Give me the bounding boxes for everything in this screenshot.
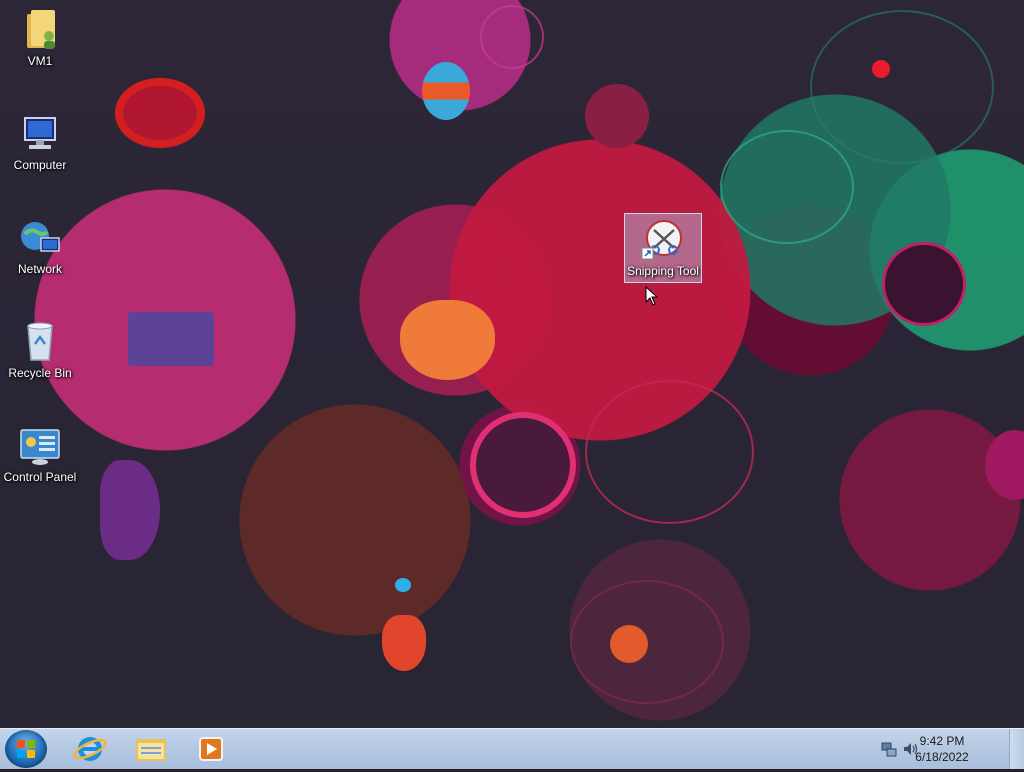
wallpaper-decoration — [720, 130, 854, 244]
network-icon — [17, 214, 63, 260]
desktop-icon-label: VM1 — [27, 54, 53, 68]
wallpaper-decoration — [382, 615, 426, 671]
wallpaper-decoration — [585, 380, 754, 524]
taskbar: 9:42 PM 6/18/2022 — [0, 728, 1024, 769]
wallpaper-decoration — [585, 84, 649, 148]
taskbar-pin-internet-explorer[interactable] — [62, 731, 118, 767]
wallpaper-decoration — [422, 62, 470, 120]
desktop-icon-network[interactable]: Network — [0, 208, 80, 308]
snipping-tool-icon — [640, 216, 686, 262]
wallpaper-decoration — [100, 460, 160, 560]
wallpaper-decoration — [480, 5, 544, 69]
desktop-icon-label: Computer — [13, 158, 67, 172]
start-button[interactable] — [5, 730, 47, 768]
clock-date: 6/18/2022 — [915, 750, 969, 764]
control-panel-icon — [17, 422, 63, 468]
desktop-icon-snipping-tool[interactable]: Snipping Tool — [624, 213, 702, 283]
wallpaper-decoration — [400, 300, 495, 380]
wallpaper-decoration — [128, 312, 214, 366]
desktop-icon-label: Control Panel — [3, 470, 77, 484]
internet-explorer-icon — [73, 737, 107, 761]
desktop-icon-control-panel[interactable]: Control Panel — [0, 416, 80, 516]
media-player-icon — [199, 737, 223, 761]
wallpaper-decoration — [476, 418, 570, 512]
desktop-icon-recycle-bin[interactable]: Recycle Bin — [0, 312, 80, 412]
system-tray: 9:42 PM 6/18/2022 — [874, 729, 1024, 769]
mouse-cursor-icon — [645, 286, 659, 306]
taskbar-pin-windows-explorer[interactable] — [123, 731, 179, 767]
desktop-icon-computer[interactable]: Computer — [0, 104, 80, 204]
wallpaper-decoration — [395, 578, 411, 592]
computer-icon — [17, 110, 63, 156]
wallpaper-decoration — [885, 245, 963, 323]
wallpaper-decoration — [570, 580, 724, 704]
show-desktop-button[interactable] — [1009, 729, 1024, 769]
clock-time: 9:42 PM — [919, 734, 965, 748]
taskbar-pin-media-player[interactable] — [183, 731, 239, 767]
wallpaper-decoration — [115, 78, 205, 148]
wallpaper-decoration — [985, 430, 1024, 500]
recycle-bin-icon — [17, 318, 63, 364]
windows-explorer-icon — [136, 739, 166, 761]
desktop-icon-label: Snipping Tool — [627, 264, 699, 278]
network-status-icon[interactable] — [880, 740, 898, 758]
clock[interactable]: 9:42 PM 6/18/2022 — [902, 733, 982, 765]
desktop-icon-label: Recycle Bin — [8, 366, 72, 380]
windows-logo-icon — [17, 740, 35, 758]
desktop-icon-vm1[interactable]: VM1 — [0, 0, 80, 100]
desktop[interactable]: VM1 Computer Network Recycle Bin Control… — [0, 0, 1024, 728]
wallpaper-decoration — [810, 10, 994, 164]
desktop-icon-label: Network — [17, 262, 62, 276]
user-folder-icon — [17, 6, 63, 52]
